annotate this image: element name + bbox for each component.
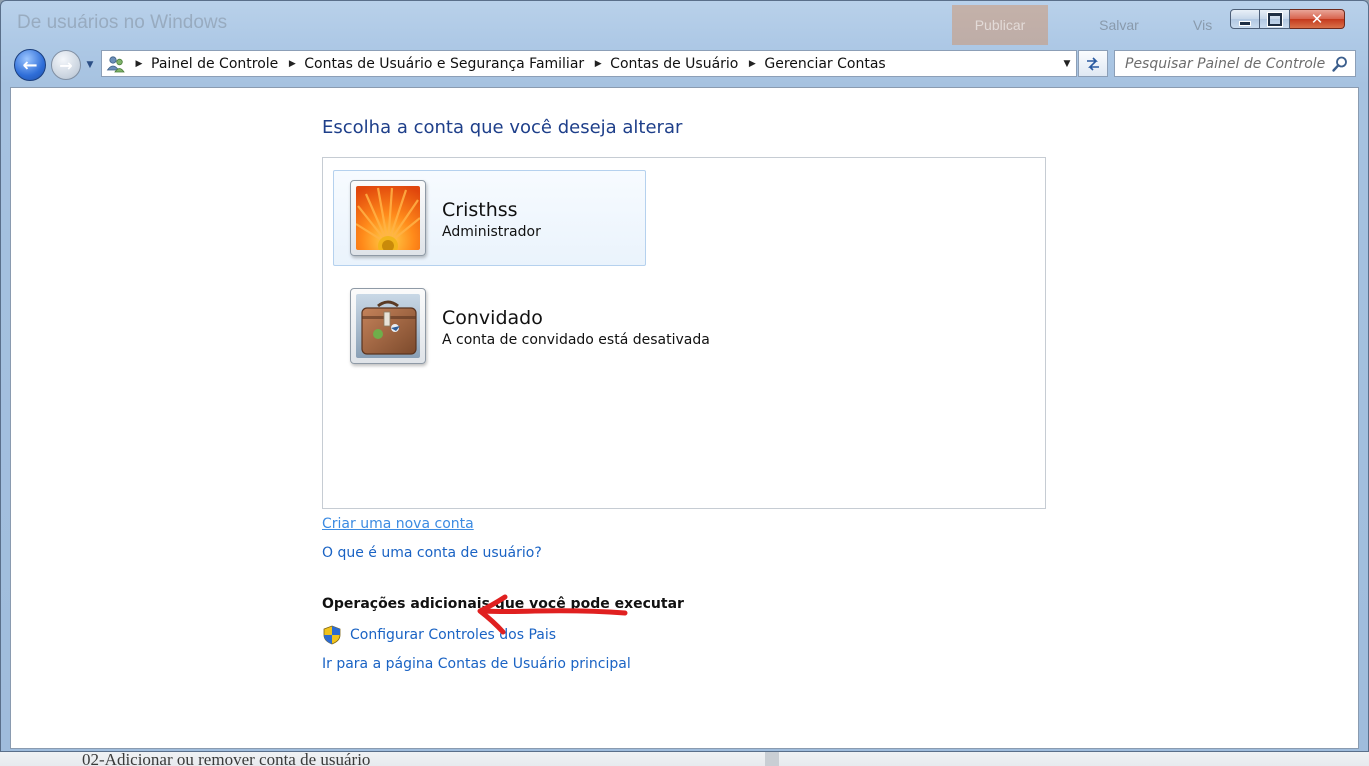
minimize-icon: [1239, 20, 1251, 26]
account-type: A conta de convidado está desativada: [442, 332, 710, 348]
background-publish-button: Publicar: [952, 5, 1048, 45]
chevron-down-icon: ▼: [1063, 58, 1071, 69]
account-type: Administrador: [442, 224, 541, 240]
shield-icon: [323, 625, 341, 645]
account-picture-flower: [350, 180, 426, 256]
chevron-down-icon: ▼: [86, 60, 94, 70]
background-title-ghost: De usuários no Windows: [17, 12, 228, 33]
back-arrow-icon: ←: [22, 54, 38, 76]
account-name: Cristhss: [442, 199, 518, 221]
page-title: Escolha a conta que você deseja alterar: [322, 117, 683, 138]
flower-picture-icon: [356, 186, 420, 250]
breadcrumb: ▶ Painel de Controle ▶ Contas de Usuário…: [127, 56, 1058, 72]
refresh-button[interactable]: [1078, 50, 1108, 77]
breadcrumb-manage-accounts[interactable]: Gerenciar Contas: [762, 56, 887, 72]
recent-pages-button[interactable]: ▼: [83, 55, 97, 75]
search-box[interactable]: [1114, 50, 1356, 77]
navigation-bar: ← → ▼ ▶ Painel de Controle ▶ Contas de U…: [1, 47, 1368, 83]
breadcrumb-separator-icon[interactable]: ▶: [133, 59, 145, 69]
breadcrumb-user-accounts[interactable]: Contas de Usuário: [608, 56, 740, 72]
account-picture-suitcase: [350, 288, 426, 364]
suitcase-picture-icon: [356, 294, 420, 358]
user-accounts-main-page-link[interactable]: Ir para a página Contas de Usuário princ…: [322, 656, 631, 672]
back-button[interactable]: ←: [14, 49, 46, 81]
forward-arrow-icon: →: [59, 55, 73, 75]
minimize-button[interactable]: [1230, 9, 1260, 29]
breadcrumb-separator-icon[interactable]: ▶: [746, 59, 758, 69]
account-name: Convidado: [442, 307, 543, 329]
red-arrow-annotation: [477, 594, 628, 635]
maximize-icon: [1267, 12, 1282, 26]
breadcrumb-user-accounts-family-safety[interactable]: Contas de Usuário e Segurança Familiar: [302, 56, 586, 72]
search-icon[interactable]: [1329, 53, 1351, 75]
account-tile-convidado[interactable]: Convidado A conta de convidado está desa…: [333, 278, 753, 374]
breadcrumb-control-panel[interactable]: Painel de Controle: [149, 56, 280, 72]
breadcrumb-separator-icon[interactable]: ▶: [592, 59, 604, 69]
refresh-icon: [1087, 56, 1099, 71]
control-panel-window: De usuários no Windows Publicar Salvar V…: [0, 0, 1369, 752]
account-list: Cristhss Administrador Convidado A conta…: [322, 157, 1046, 509]
forward-button[interactable]: →: [51, 50, 81, 80]
content-pane: Escolha a conta que você deseja alterar: [10, 87, 1359, 749]
address-bar[interactable]: ▶ Painel de Controle ▶ Contas de Usuário…: [101, 50, 1077, 77]
create-new-account-link[interactable]: Criar uma nova conta: [322, 516, 474, 532]
title-bar[interactable]: De usuários no Windows Publicar Salvar V…: [1, 1, 1368, 45]
account-tile-cristhss[interactable]: Cristhss Administrador: [333, 170, 646, 266]
breadcrumb-separator-icon[interactable]: ▶: [286, 59, 298, 69]
what-is-user-account-link[interactable]: O que é uma conta de usuário?: [322, 545, 542, 561]
control-panel-users-icon: [105, 54, 127, 74]
close-button[interactable]: ✕: [1290, 9, 1345, 29]
background-save-button: Salvar: [1099, 17, 1139, 33]
window-controls: ✕: [1230, 9, 1345, 31]
background-document-text: 02-Adicionar ou remover conta de usuário: [82, 750, 371, 766]
search-input[interactable]: [1123, 54, 1329, 73]
background-view-button: Vis: [1193, 17, 1213, 33]
maximize-button[interactable]: [1260, 9, 1290, 29]
close-icon: ✕: [1310, 10, 1324, 28]
address-dropdown-button[interactable]: ▼: [1058, 51, 1076, 76]
